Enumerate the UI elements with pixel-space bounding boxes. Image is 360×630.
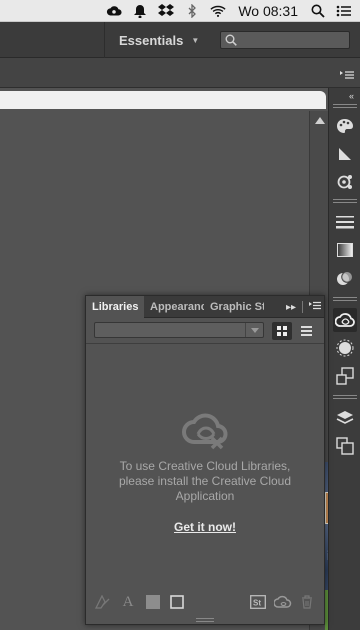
scroll-up-icon[interactable]	[315, 117, 325, 124]
dropbox-icon[interactable]	[158, 3, 175, 19]
libraries-icon[interactable]	[333, 308, 357, 332]
search-icon	[225, 34, 237, 46]
appearance-icon[interactable]	[333, 266, 357, 290]
add-fill-color-icon[interactable]	[144, 593, 162, 611]
panel-dock: «	[328, 88, 360, 630]
artboards-icon[interactable]	[333, 364, 357, 388]
install-cc-message: To use Creative Cloud Libraries, please …	[118, 459, 292, 503]
app-header: Essentials ▼	[0, 22, 360, 58]
chevron-down-icon: ▼	[191, 35, 200, 45]
tab-appearance[interactable]: Appearance	[144, 296, 204, 318]
control-bar	[0, 58, 360, 88]
panel-tab-bar: Libraries Appearance Graphic St ▸▸	[86, 296, 324, 319]
grid-view-button[interactable]	[272, 322, 292, 340]
swatches-icon[interactable]	[333, 114, 357, 138]
list-view-button[interactable]	[296, 322, 316, 340]
workspace-switcher[interactable]: Essentials ▼	[104, 22, 199, 58]
panel-controls: ▸▸	[286, 301, 321, 313]
more-tabs-icon[interactable]: ▸▸	[286, 302, 296, 313]
gradient-icon[interactable]	[333, 142, 357, 166]
add-character-style-icon[interactable]: A	[119, 593, 137, 611]
dock-grip[interactable]	[333, 395, 357, 399]
stock-icon[interactable]: St	[249, 593, 267, 611]
tab-libraries[interactable]: Libraries	[86, 296, 144, 319]
dock-grip[interactable]	[333, 199, 357, 203]
document-tab[interactable]	[0, 91, 326, 109]
help-search-input[interactable]	[220, 31, 350, 49]
control-bar-menu-icon[interactable]	[340, 67, 354, 85]
panel-divider	[86, 343, 324, 344]
library-select[interactable]	[94, 322, 264, 338]
pages-icon[interactable]	[333, 434, 357, 458]
libraries-panel: Libraries Appearance Graphic St ▸▸ To us…	[85, 295, 325, 625]
panel-divider	[302, 301, 303, 313]
bell-icon[interactable]	[132, 3, 148, 19]
get-it-now-link[interactable]: Get it now!	[86, 520, 324, 534]
creative-cloud-disconnected-icon	[180, 412, 232, 455]
svg-text:St: St	[253, 599, 261, 608]
wifi-icon[interactable]	[210, 3, 226, 19]
panel-resize-grip[interactable]	[196, 618, 214, 622]
transparency-icon[interactable]	[333, 238, 357, 262]
add-from-doc-icon[interactable]	[94, 593, 112, 611]
bluetooth-icon[interactable]	[184, 3, 200, 19]
dock-grip[interactable]	[333, 104, 357, 108]
panel-menu-icon[interactable]	[309, 301, 321, 313]
workspace-label: Essentials	[119, 32, 184, 48]
creative-cloud-icon[interactable]	[106, 3, 122, 19]
color-guide-icon[interactable]	[333, 336, 357, 360]
spotlight-search-icon[interactable]	[310, 3, 326, 19]
menubar-clock[interactable]: Wo 08:31	[236, 3, 300, 19]
collapse-panels-icon[interactable]: «	[349, 91, 354, 101]
add-stroke-color-icon[interactable]	[168, 593, 186, 611]
menubar: Wo 08:31	[0, 0, 360, 22]
notification-center-icon[interactable]	[336, 3, 352, 19]
grid-view-icon	[277, 326, 287, 336]
stroke-icon[interactable]	[333, 210, 357, 234]
dock-grip[interactable]	[333, 297, 357, 301]
list-view-icon	[300, 326, 312, 336]
panel-footer: A St	[86, 592, 324, 612]
tab-graphic-styles[interactable]: Graphic St	[204, 296, 264, 318]
cc-sync-icon[interactable]	[274, 593, 292, 611]
chevron-down-icon[interactable]	[245, 323, 263, 337]
trash-icon[interactable]	[298, 593, 316, 611]
layers-icon[interactable]	[333, 406, 357, 430]
symbols-icon[interactable]	[333, 170, 357, 194]
